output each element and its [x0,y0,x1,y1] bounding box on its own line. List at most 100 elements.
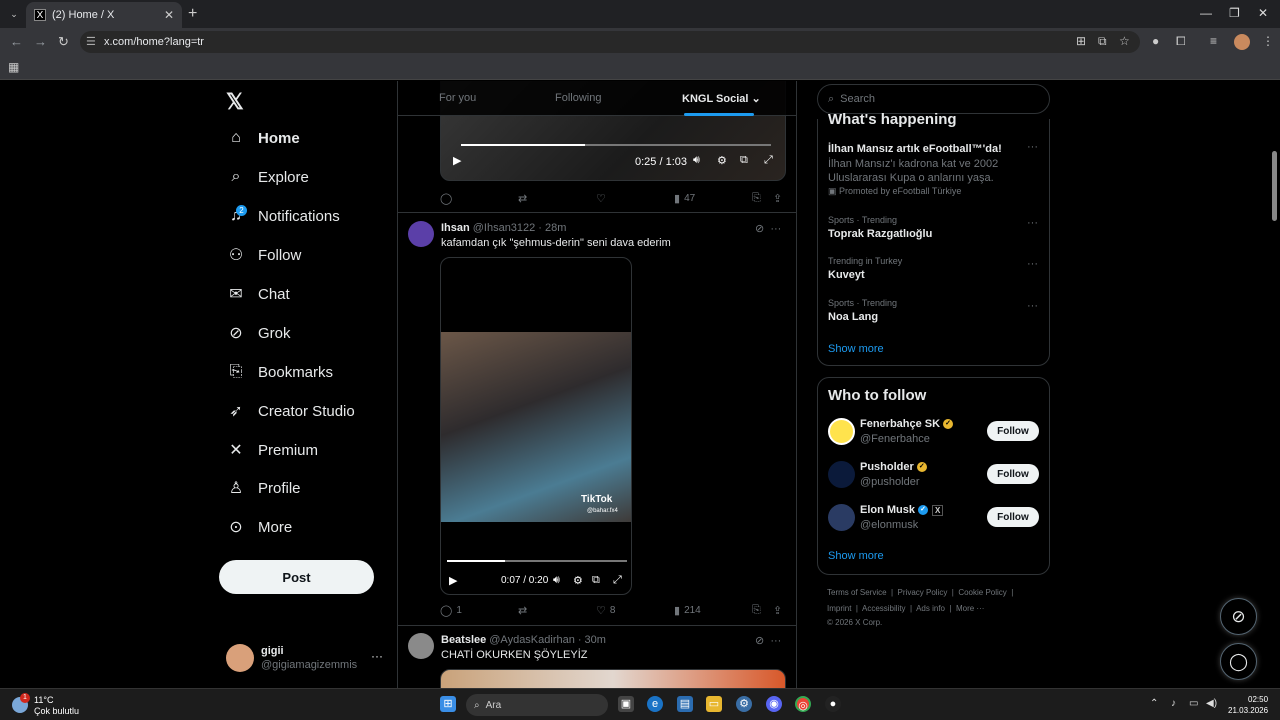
profile-avatar[interactable] [1234,34,1250,50]
store-icon[interactable]: ▤ [677,696,693,712]
sidebar-item-more[interactable]: ⊙ More [226,514,292,540]
like-button[interactable]: ♡ 8 [596,604,615,617]
user-name[interactable]: Fenerbahçe SK ✓ [860,418,954,430]
extensions-icon[interactable]: ⧠ [1176,34,1186,49]
more-dots-icon[interactable]: ··· [1027,258,1038,270]
trend-name[interactable]: İlhan Mansız artık eFootball™'da! [828,143,1002,155]
more-dots-icon[interactable]: ··· [371,649,383,663]
fullscreen-icon[interactable]: ⤢ [764,154,773,167]
fullscreen-icon[interactable]: ⤢ [613,574,622,587]
tab-search-icon[interactable]: ⌄ [6,6,22,22]
avatar[interactable] [828,461,855,488]
footer-link[interactable]: More ··· [956,604,984,613]
sidebar-item-profile[interactable]: ♙ Profile [226,475,301,501]
reply-button[interactable]: ◯ 1 [440,604,462,617]
tweet-author[interactable]: Beatslee @AydasKadirhan · 30m [441,634,606,646]
play-icon[interactable]: ▶ [449,574,457,587]
footer-link[interactable]: Accessibility [862,604,906,613]
browser-tab[interactable]: X (2) Home / X ✕ [26,2,182,28]
user-name[interactable]: Pusholder ✓ [860,461,927,473]
translate-icon[interactable]: ⊞ [1076,34,1086,48]
tweet-media[interactable] [440,669,786,688]
footer-link[interactable]: Privacy Policy [898,588,948,597]
chat-fab-icon[interactable]: ◯ [1220,643,1257,680]
bookmark-icon[interactable]: ⎘ [752,192,765,205]
post-button[interactable]: Post [219,560,374,594]
follow-button[interactable]: Follow [987,464,1039,484]
tweet-author[interactable]: Ihsan @Ihsan3122 · 28m [441,222,566,234]
app-icon[interactable]: ● [825,696,841,712]
views-stat[interactable]: ▮ 47 [674,192,695,205]
retweet-icon[interactable]: ⇄ [518,192,531,205]
minimize-icon[interactable]: — [1200,6,1212,20]
trend-name[interactable]: Toprak Razgatlıoğlu [828,228,932,240]
volume-icon[interactable]: 🔊︎ [553,574,560,587]
taskbar-search[interactable]: ⌕ Ara [466,694,608,716]
sidebar-item-bookmarks[interactable]: ⎘ Bookmarks [226,359,333,385]
follow-button[interactable]: Follow [987,507,1039,527]
more-dots-icon[interactable]: ··· [1027,300,1038,312]
tab-close-icon[interactable]: ✕ [164,8,174,22]
views-stat[interactable]: ▮ 214 [674,604,701,617]
share-icon[interactable]: ⇪ [773,604,786,617]
video-progress-bar[interactable] [447,560,627,562]
sidebar-item-creator-studio[interactable]: ➶ Creator Studio [226,398,354,424]
tab-kngl-social[interactable]: KNGL Social ⌄ [682,92,761,105]
show-more-link[interactable]: Show more [828,343,884,355]
like-icon[interactable]: ♡ [596,192,610,205]
follow-button[interactable]: Follow [987,421,1039,441]
file-explorer-icon[interactable]: ▭ [706,696,722,712]
scrollbar-thumb[interactable] [1272,151,1277,221]
address-bar[interactable]: ☰ x.com/home?lang=tr [80,31,1140,53]
show-more-link[interactable]: Show more [828,550,884,562]
network-icon[interactable]: ▭ [1189,698,1198,709]
footer-link[interactable]: Cookie Policy [958,588,1006,597]
volume-icon[interactable]: 🔊︎ [693,154,700,167]
sidebar-item-premium[interactable]: ✕ Premium [226,437,318,463]
grok-fab-icon[interactable]: ⊘ [1220,598,1257,635]
avatar[interactable] [828,418,855,445]
settings-app-icon[interactable]: ⚙ [736,696,752,712]
maximize-icon[interactable]: ❐ [1229,6,1240,20]
play-icon[interactable]: ▶ [453,154,461,167]
footer-link[interactable]: Terms of Service [827,588,887,597]
tray-chevron-icon[interactable]: ⌃ [1150,698,1158,709]
user-name[interactable]: Elon Musk ✓ X [860,504,944,516]
task-view-icon[interactable]: ▣ [618,696,634,712]
tab-for-you[interactable]: For you [439,92,476,104]
back-icon[interactable]: ← [10,34,23,49]
trend-name[interactable]: Noa Lang [828,311,878,323]
avatar[interactable] [828,504,855,531]
more-dots-icon[interactable]: ··· [1027,141,1038,153]
more-dots-icon[interactable]: ··· [1027,217,1038,229]
footer-link[interactable]: Imprint [827,604,851,613]
retweet-icon[interactable]: ⇄ [518,604,531,617]
discord-icon[interactable]: ◉ [766,696,782,712]
sidebar-item-chat[interactable]: ✉ Chat [226,281,289,307]
grok-icon[interactable]: ⊘ ··· [755,634,781,647]
media-control-icon[interactable]: ≡ [1210,34,1217,48]
install-app-icon[interactable]: ⧉ [1098,34,1107,49]
bookmark-icon[interactable]: ⎘ [752,604,765,617]
window-close-icon[interactable]: ✕ [1258,6,1268,20]
video-player[interactable]: TikTok @bahar.fx4 ▶ 0:07 / 0:20 🔊︎ ⚙ ⧉ ⤢ [440,257,632,595]
clock[interactable]: 02:50 21.03.2026 [1228,694,1268,716]
sidebar-item-grok[interactable]: ⊘ Grok [226,320,290,346]
avatar[interactable] [408,633,434,659]
trend-name[interactable]: Kuveyt [828,269,865,281]
tab-following[interactable]: Following [555,92,601,104]
share-icon[interactable]: ⇪ [773,192,786,205]
footer-link[interactable]: Ads info [916,604,945,613]
reload-icon[interactable]: ↻ [58,34,69,50]
sidebar-item-explore[interactable]: ⌕ Explore [226,164,309,190]
reply-icon[interactable]: ◯ [440,192,456,205]
site-info-icon[interactable]: ☰ [86,35,96,48]
pip-icon[interactable]: ⧉ [740,154,748,167]
volume-icon[interactable]: ◀) [1206,698,1217,709]
bookmark-star-icon[interactable]: ☆ [1119,34,1130,48]
sidebar-item-home[interactable]: ⌂ Home [226,125,300,151]
chrome-menu-icon[interactable]: ⋮ [1262,34,1274,48]
apps-grid-icon[interactable]: ▦ [8,60,19,74]
search-input[interactable]: ⌕ Search [817,84,1050,114]
forward-icon[interactable]: → [34,34,47,49]
